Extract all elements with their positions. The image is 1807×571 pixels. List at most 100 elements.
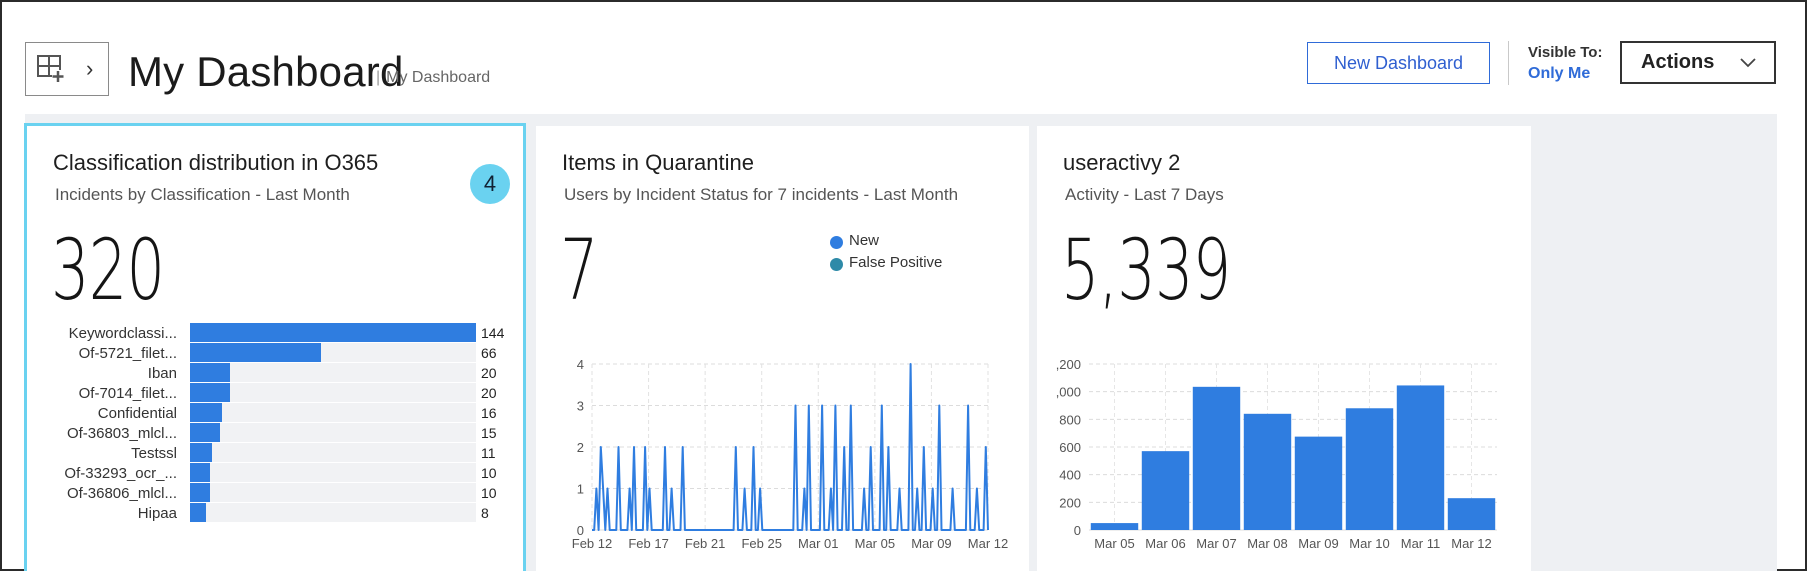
legend-item[interactable]: False Positive2 (830, 254, 1029, 276)
y-tick-label: 3 (577, 399, 584, 414)
breadcrumb-separator: | (376, 69, 381, 86)
chevron-right-icon: › (86, 56, 94, 81)
x-tick-label: Mar 12 (1451, 536, 1491, 551)
app-frame: › My Dashboard | My Dashboard New Dashboa… (0, 0, 1807, 571)
x-tick-label: Feb 12 (572, 536, 612, 551)
x-tick-label: Mar 11 (1401, 536, 1441, 551)
bar-track (190, 323, 476, 342)
widget-subtitle: Activity - Last 7 Days (1065, 185, 1224, 204)
y-tick-label: 4 (577, 357, 584, 372)
legend-dot-icon (830, 258, 843, 271)
x-tick-label: Feb 25 (741, 536, 781, 551)
x-tick-label: Mar 09 (911, 536, 951, 551)
legend-label: New (849, 232, 880, 249)
bar-track (190, 463, 476, 482)
bar-row[interactable]: Of-33293_ocr_... 10 (27, 463, 523, 485)
widget-title: Classification distribution in O365 (53, 150, 379, 175)
bar[interactable] (1345, 408, 1394, 530)
widget-title: Items in Quarantine (562, 150, 754, 175)
y-tick-label: ,000 (1056, 385, 1081, 400)
bar-fill (190, 343, 322, 362)
bar-track (190, 483, 476, 502)
bar-value: 8 (481, 505, 489, 521)
bar-row[interactable]: Of-36803_mlcl... 15 (27, 423, 523, 445)
widget-classification[interactable]: Classification distribution in O365 Inci… (24, 123, 526, 571)
bar-fill (190, 423, 220, 442)
bar-value: 11 (481, 445, 496, 461)
y-tick-label: 400 (1059, 468, 1081, 483)
actions-label: Actions (1641, 51, 1715, 73)
bar-label: Of-33293_ocr_... (64, 465, 177, 482)
chevron-down-icon (1740, 57, 1756, 67)
bar-value: 10 (481, 485, 497, 501)
legend-label: False Positive (849, 254, 943, 271)
bar[interactable] (1141, 451, 1190, 530)
chart-legend: New5False Positive2 (830, 232, 1029, 276)
bar-fill (190, 363, 230, 382)
bar-fill (190, 443, 212, 462)
bar-label: Testssl (131, 445, 177, 462)
x-tick-label: Mar 12 (968, 536, 1008, 551)
y-tick-label: ,200 (1056, 357, 1081, 372)
bar-label: Confidential (97, 405, 177, 422)
bar[interactable] (1090, 523, 1139, 530)
bar-value: 66 (481, 345, 497, 361)
bar[interactable] (1396, 385, 1445, 530)
quarantine-line-chart: 01234Feb 12 Feb 17 Feb 21 Feb 25 Mar 01 Mar 0… (572, 357, 1008, 551)
breadcrumb: | My Dashboard (376, 69, 490, 87)
bar-row[interactable]: Of-5721_filet... 66 (27, 343, 523, 365)
bar-value: 16 (481, 405, 497, 421)
bar-label: Of-36803_mlcl... (66, 425, 177, 442)
bar[interactable] (1447, 498, 1496, 530)
y-tick-label: 800 (1059, 412, 1081, 427)
x-tick-label: Mar 05 (855, 536, 895, 551)
bar-fill (190, 403, 222, 422)
bar-row[interactable]: Hipaa 8 (27, 503, 523, 525)
widget-total: 5,339 (1061, 221, 1231, 319)
bar[interactable] (1243, 413, 1292, 530)
bar-label: Hipaa (137, 505, 177, 522)
bar-fill (190, 483, 210, 502)
page-title: My Dashboard (128, 48, 404, 95)
legend-item[interactable]: New5 (830, 232, 1029, 254)
bar-row[interactable]: Confidential 16 (27, 403, 523, 425)
bar-value: 10 (481, 465, 497, 481)
widget-total: 320 (51, 221, 165, 319)
actions-dropdown[interactable]: Actions (1620, 41, 1776, 84)
bar-track (190, 383, 476, 402)
x-tick-label: Feb 17 (628, 536, 668, 551)
y-tick-label: 0 (1074, 523, 1081, 538)
bar-row[interactable]: Of-36806_mlcl... 10 (27, 483, 523, 505)
header-divider (1508, 41, 1509, 85)
bar[interactable] (1192, 386, 1241, 530)
visible-to-link[interactable]: Only Me (1528, 65, 1590, 83)
dashboard-board: Classification distribution in O365 Inci… (24, 114, 1777, 571)
bar-row[interactable]: Testssl 11 (27, 443, 523, 465)
bar-row[interactable]: Iban 20 (27, 363, 523, 385)
bar-value: 20 (481, 385, 497, 401)
y-tick-label: 1 (577, 482, 584, 497)
widget-title: useractivy 2 (1063, 150, 1181, 175)
bar-track (190, 423, 476, 442)
bar-row[interactable]: Keywordclassi... 144 (27, 323, 523, 345)
add-widget-button[interactable]: › (25, 42, 109, 96)
y-tick-label: 2 (577, 440, 584, 455)
legend-dot-icon (830, 236, 843, 249)
bar-track (190, 343, 476, 362)
bar-label: Keywordclassi... (68, 325, 177, 342)
bar-fill (190, 503, 206, 522)
bar-fill (190, 383, 230, 402)
x-tick-label: Mar 01 (798, 536, 838, 551)
widget-quarantine[interactable]: Items in Quarantine Users by Incident St… (536, 126, 1029, 571)
widget-useractivity[interactable]: useractivy 2 Activity - Last 7 Days 5,33… (1037, 126, 1531, 571)
breadcrumb-current: My Dashboard (386, 69, 491, 86)
new-dashboard-button[interactable]: New Dashboard (1307, 42, 1490, 84)
bar-value: 20 (481, 365, 497, 381)
bar[interactable] (1294, 436, 1343, 530)
bar-fill (190, 463, 210, 482)
activity-bar-chart: 0 200 400 600 800 ,000 ,200 Mar 05 Mar 06 Mar 07 M… (1056, 357, 1497, 551)
bar-row[interactable]: Of-7014_filet... 20 (27, 383, 523, 405)
x-tick-label: Mar 06 (1145, 536, 1185, 551)
bar-label: Of-5721_filet... (78, 345, 177, 362)
bar-track (190, 443, 476, 462)
